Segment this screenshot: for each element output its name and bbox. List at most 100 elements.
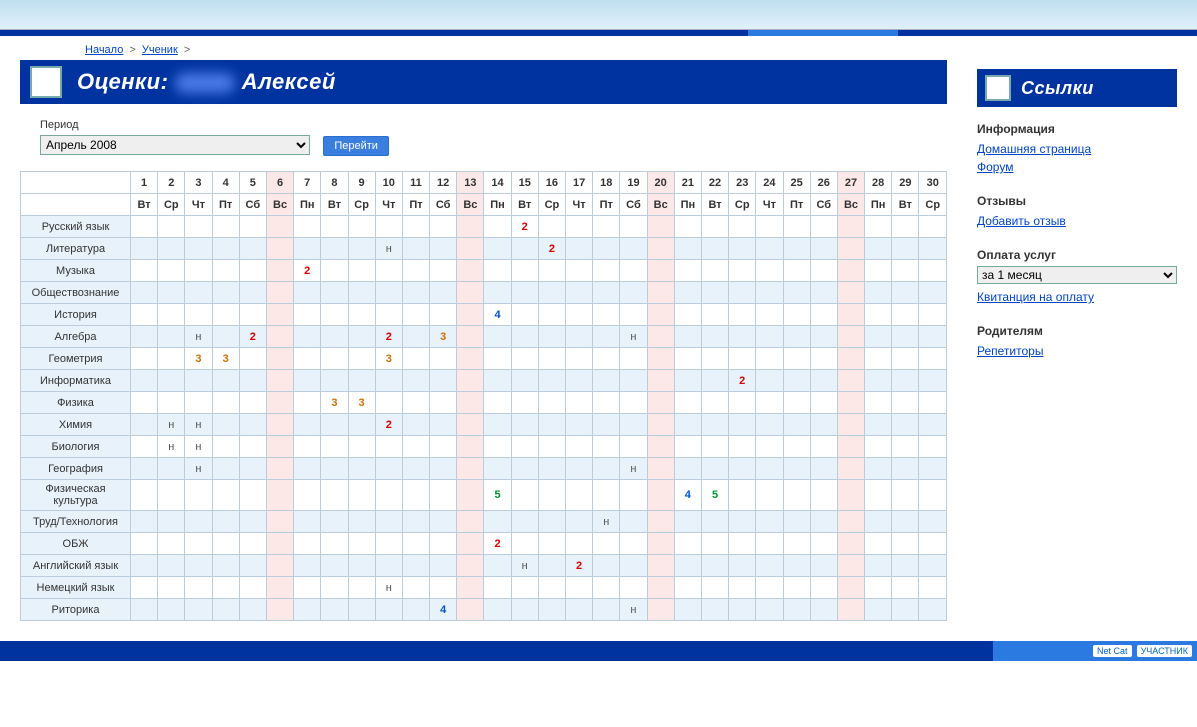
grade-cell[interactable]	[566, 458, 593, 480]
grade-cell[interactable]	[457, 555, 484, 577]
grade-cell[interactable]	[484, 370, 511, 392]
grade-cell[interactable]	[919, 480, 947, 511]
grade-cell[interactable]	[674, 238, 701, 260]
grade-cell[interactable]	[865, 326, 892, 348]
grade-cell[interactable]	[566, 370, 593, 392]
grade-cell[interactable]	[729, 458, 756, 480]
grade-cell[interactable]	[131, 414, 158, 436]
grade-cell[interactable]	[919, 326, 947, 348]
grade-cell[interactable]	[457, 480, 484, 511]
grade-cell[interactable]	[620, 533, 647, 555]
grade-cell[interactable]	[566, 414, 593, 436]
grade-cell[interactable]	[674, 370, 701, 392]
grade-cell[interactable]: 2	[375, 326, 402, 348]
grade-cell[interactable]	[674, 260, 701, 282]
link-add-review[interactable]: Добавить отзыв	[977, 212, 1177, 230]
grade-cell[interactable]	[593, 282, 620, 304]
grade-cell[interactable]	[158, 348, 185, 370]
grade-cell[interactable]	[158, 216, 185, 238]
grade-cell[interactable]	[375, 599, 402, 621]
grade-cell[interactable]	[484, 326, 511, 348]
grade-cell[interactable]	[566, 348, 593, 370]
grade-cell[interactable]	[593, 216, 620, 238]
grade-cell[interactable]	[892, 326, 919, 348]
grade-cell[interactable]	[321, 480, 348, 511]
grade-cell[interactable]	[294, 414, 321, 436]
grade-cell[interactable]	[348, 436, 375, 458]
grade-cell[interactable]	[158, 555, 185, 577]
grade-cell[interactable]	[865, 533, 892, 555]
grade-cell[interactable]	[783, 282, 810, 304]
grade-cell[interactable]	[647, 326, 674, 348]
grade-cell[interactable]	[375, 533, 402, 555]
grade-cell[interactable]	[266, 392, 293, 414]
grade-cell[interactable]	[837, 392, 864, 414]
grade-cell[interactable]	[593, 238, 620, 260]
grade-cell[interactable]	[402, 370, 429, 392]
grade-cell[interactable]	[865, 414, 892, 436]
grade-cell[interactable]	[865, 392, 892, 414]
grade-cell[interactable]	[266, 238, 293, 260]
grade-cell[interactable]	[647, 414, 674, 436]
grade-cell[interactable]	[484, 555, 511, 577]
grade-cell[interactable]	[566, 260, 593, 282]
grade-cell[interactable]	[185, 282, 212, 304]
grade-cell[interactable]	[239, 458, 266, 480]
grade-cell[interactable]	[266, 511, 293, 533]
grade-cell[interactable]	[430, 282, 457, 304]
grade-cell[interactable]: 2	[239, 326, 266, 348]
grade-cell[interactable]	[402, 238, 429, 260]
grade-cell[interactable]	[892, 392, 919, 414]
grade-cell[interactable]	[158, 304, 185, 326]
grade-cell[interactable]	[430, 533, 457, 555]
grade-cell[interactable]	[892, 238, 919, 260]
grade-cell[interactable]	[185, 392, 212, 414]
grade-cell[interactable]	[158, 533, 185, 555]
grade-cell[interactable]	[538, 304, 565, 326]
grade-cell[interactable]	[158, 326, 185, 348]
grade-cell[interactable]	[810, 216, 837, 238]
grade-cell[interactable]	[647, 458, 674, 480]
grade-cell[interactable]	[919, 370, 947, 392]
grade-cell[interactable]	[810, 414, 837, 436]
grade-cell[interactable]	[892, 577, 919, 599]
grade-cell[interactable]	[837, 533, 864, 555]
grade-cell[interactable]	[430, 511, 457, 533]
grade-cell[interactable]	[701, 326, 728, 348]
grade-cell[interactable]: 4	[430, 599, 457, 621]
grade-cell[interactable]	[865, 282, 892, 304]
grade-cell[interactable]	[212, 304, 239, 326]
grade-cell[interactable]	[538, 392, 565, 414]
grade-cell[interactable]	[729, 282, 756, 304]
grade-cell[interactable]	[593, 370, 620, 392]
grade-cell[interactable]	[620, 480, 647, 511]
grade-cell[interactable]	[892, 511, 919, 533]
grade-cell[interactable]	[837, 577, 864, 599]
grade-cell[interactable]	[783, 577, 810, 599]
grade-cell[interactable]	[212, 577, 239, 599]
grade-cell[interactable]	[185, 577, 212, 599]
grade-cell[interactable]	[674, 458, 701, 480]
grade-cell[interactable]	[294, 599, 321, 621]
grade-cell[interactable]	[647, 555, 674, 577]
grade-cell[interactable]	[729, 260, 756, 282]
grade-cell[interactable]: 4	[674, 480, 701, 511]
grade-cell[interactable]	[593, 326, 620, 348]
grade-cell[interactable]	[484, 238, 511, 260]
grade-cell[interactable]	[321, 348, 348, 370]
grade-cell[interactable]	[348, 304, 375, 326]
grade-cell[interactable]: н	[158, 414, 185, 436]
grade-cell[interactable]	[620, 392, 647, 414]
grade-cell[interactable]: н	[185, 436, 212, 458]
grade-cell[interactable]	[919, 304, 947, 326]
grade-cell[interactable]: 3	[348, 392, 375, 414]
grade-cell[interactable]	[185, 480, 212, 511]
grade-cell[interactable]	[837, 414, 864, 436]
grade-cell[interactable]	[348, 348, 375, 370]
grade-cell[interactable]	[212, 555, 239, 577]
grade-cell[interactable]	[212, 533, 239, 555]
grade-cell[interactable]	[239, 260, 266, 282]
grade-cell[interactable]	[783, 348, 810, 370]
grade-cell[interactable]	[457, 414, 484, 436]
grade-cell[interactable]	[593, 260, 620, 282]
